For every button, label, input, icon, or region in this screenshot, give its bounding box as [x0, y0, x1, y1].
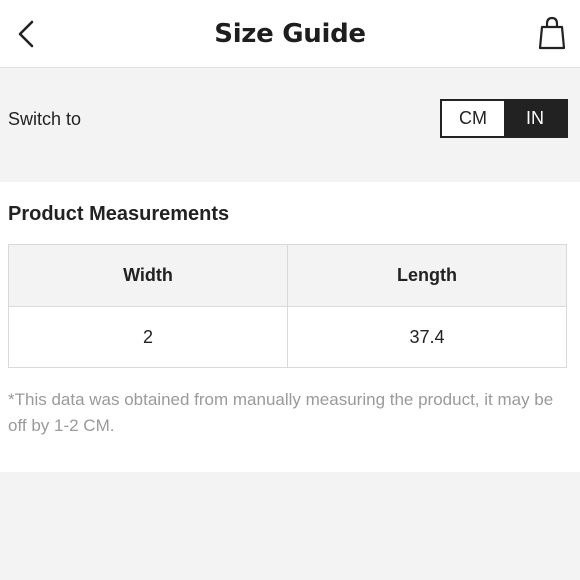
- measurements-table: Width Length 2 37.4: [8, 244, 567, 368]
- cell-length: 37.4: [287, 306, 567, 368]
- unit-toggle: CM IN: [440, 99, 568, 138]
- page-title: Size Guide: [214, 19, 366, 49]
- shopping-bag-icon: [537, 16, 567, 55]
- top-header: Size Guide: [0, 0, 580, 68]
- unit-switch-row: Switch to CM IN: [0, 69, 580, 181]
- shopping-bag-button[interactable]: [534, 14, 570, 56]
- size-guide-page: Size Guide Switch to CM IN Product Measu…: [0, 0, 580, 580]
- measurements-card: Product Measurements Width Length 2 37.4…: [0, 182, 580, 472]
- column-header-width: Width: [8, 244, 288, 307]
- unit-option-cm[interactable]: CM: [442, 101, 504, 136]
- switch-label: Switch to: [8, 109, 82, 129]
- measurement-note: *This data was obtained from manually me…: [8, 390, 554, 435]
- column-header-length: Length: [287, 244, 567, 307]
- table-header-row: Width Length: [8, 244, 567, 307]
- cell-width: 2: [8, 306, 288, 368]
- section-title: Product Measurements: [8, 203, 230, 225]
- table-row: 2 37.4: [8, 306, 567, 368]
- unit-option-in[interactable]: IN: [504, 101, 566, 136]
